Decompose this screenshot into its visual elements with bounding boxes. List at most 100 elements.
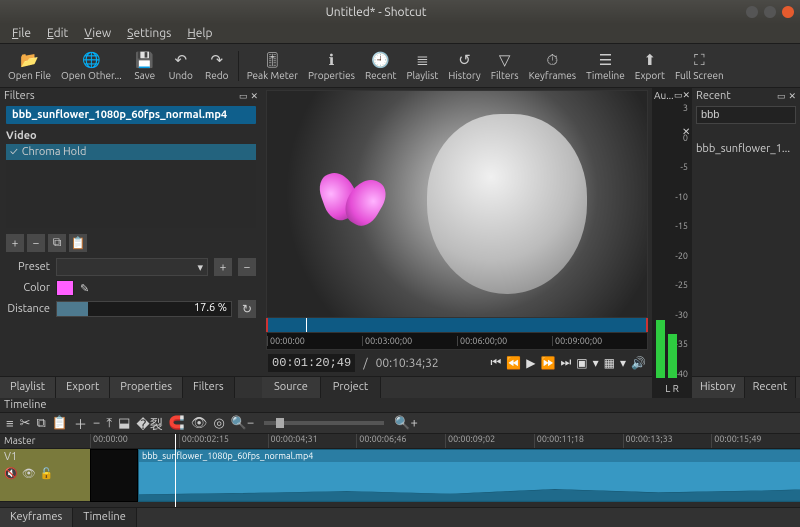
filter-item-chroma-hold[interactable]: ✓Chroma Hold: [6, 144, 256, 160]
export-button[interactable]: ⬆Export: [631, 46, 669, 86]
remove-icon[interactable]: −: [93, 416, 100, 430]
peak-meter-button[interactable]: 🎚Peak Meter: [243, 46, 302, 86]
master-track-header[interactable]: Master: [0, 434, 90, 449]
timeline-ruler[interactable]: 00:00:0000:00:02:1500:00:04;3100:00:06;4…: [90, 434, 800, 449]
panel-close-icon[interactable]: ▭✕: [674, 90, 690, 101]
redo-button[interactable]: ↷Redo: [200, 46, 234, 86]
undo-button[interactable]: ↶Undo: [164, 46, 198, 86]
open-file-button[interactable]: 📂Open File: [4, 46, 55, 86]
filter-list[interactable]: [6, 160, 256, 228]
filters-button[interactable]: ▽Filters: [487, 46, 523, 86]
overwrite-icon[interactable]: ⬓: [118, 416, 130, 431]
distance-slider[interactable]: 17.6 %: [56, 301, 232, 317]
recent-search-input[interactable]: [696, 106, 796, 124]
gap-clip[interactable]: [90, 449, 138, 502]
tab-playlist[interactable]: Playlist: [0, 377, 56, 398]
recent-list[interactable]: bbb_sunflower_1...: [692, 139, 800, 376]
distance-reset-button[interactable]: ↻: [238, 300, 256, 318]
menu-file[interactable]: File: [4, 25, 39, 42]
zoom-out-icon[interactable]: 🔍−: [231, 416, 255, 431]
tab-history[interactable]: History: [692, 377, 745, 398]
scrub-icon[interactable]: 👁: [191, 416, 208, 431]
bottom-dock-tabs: KeyframesTimeline: [0, 507, 800, 527]
zoom-in-icon[interactable]: 🔍+: [394, 416, 418, 431]
maximize-icon[interactable]: [764, 6, 776, 18]
menu-settings[interactable]: Settings: [119, 25, 179, 42]
color-swatch[interactable]: [56, 280, 74, 296]
fast-forward-icon[interactable]: ⏩: [541, 356, 556, 370]
timeline-icon: ☰: [599, 51, 612, 69]
chevron-down-icon[interactable]: ▾: [593, 356, 599, 370]
video-preview[interactable]: [266, 90, 648, 318]
tab-project[interactable]: Project: [321, 377, 381, 398]
preset-combo[interactable]: ▾: [56, 258, 208, 276]
playlist-button[interactable]: ≣Playlist: [402, 46, 442, 86]
panel-close-icon[interactable]: ✕: [788, 91, 796, 102]
menubar: FileEditViewSettingsHelp: [0, 24, 800, 44]
properties-button[interactable]: ℹProperties: [304, 46, 359, 86]
tab-filters[interactable]: Filters: [183, 377, 235, 398]
tab-recent[interactable]: Recent: [745, 377, 797, 398]
timeline-tracks[interactable]: 00:00:0000:00:02:1500:00:04;3100:00:06;4…: [90, 434, 800, 507]
volume-icon[interactable]: 🔊: [631, 356, 646, 370]
paste-filter-button[interactable]: 📋: [69, 234, 87, 252]
timecode-position[interactable]: 00:01:20;49: [268, 354, 355, 372]
split-icon[interactable]: �裂: [136, 414, 162, 433]
paste-icon[interactable]: 📋: [52, 416, 68, 431]
timeline-clip[interactable]: bbb_sunflower_1080p_60fps_normal.mp4: [138, 449, 800, 502]
clear-icon[interactable]: ✕: [682, 126, 690, 137]
recent-button[interactable]: 🕘Recent: [361, 46, 401, 86]
save-button[interactable]: 💾Save: [128, 46, 162, 86]
menu-help[interactable]: Help: [179, 25, 220, 42]
keyframes-button[interactable]: ⏱Keyframes: [525, 46, 581, 86]
history-button[interactable]: ↺History: [444, 46, 484, 86]
ripple-icon[interactable]: ◎: [213, 416, 224, 431]
skip-start-icon[interactable]: ⏮: [491, 356, 502, 370]
hide-icon[interactable]: 👁: [22, 467, 36, 480]
preset-add-button[interactable]: +: [214, 258, 232, 276]
minimize-icon[interactable]: [746, 6, 758, 18]
tab-keyframes[interactable]: Keyframes: [0, 508, 73, 527]
cut-icon[interactable]: ✂: [20, 416, 31, 431]
rewind-icon[interactable]: ⏪: [506, 356, 521, 370]
lock-icon[interactable]: 🔓: [40, 467, 54, 480]
menu-view[interactable]: View: [76, 25, 119, 42]
lift-icon[interactable]: ⤒: [106, 416, 112, 431]
eyedropper-icon[interactable]: ✎: [80, 282, 89, 295]
copy-icon[interactable]: ⧉: [37, 416, 46, 431]
tab-properties[interactable]: Properties: [110, 377, 183, 398]
timeline-button[interactable]: ☰Timeline: [582, 46, 629, 86]
panel-close-icon[interactable]: ✕: [250, 91, 258, 102]
remove-filter-button[interactable]: −: [27, 234, 45, 252]
play-icon[interactable]: ▶: [526, 356, 535, 370]
chevron-down-icon[interactable]: ▾: [620, 356, 626, 370]
skip-end-icon[interactable]: ⏭: [560, 356, 571, 370]
list-item[interactable]: bbb_sunflower_1...: [696, 141, 796, 157]
mute-icon[interactable]: 🔇: [4, 467, 18, 480]
bunny-shape: [427, 114, 587, 294]
preset-remove-button[interactable]: −: [238, 258, 256, 276]
undock-icon[interactable]: ▭: [777, 91, 786, 102]
close-icon[interactable]: [782, 6, 794, 18]
zoom-slider[interactable]: [264, 421, 384, 425]
grid-icon[interactable]: ▦: [604, 356, 615, 370]
preview-scrub-bar[interactable]: [266, 318, 648, 332]
preview-time-ruler[interactable]: 00:00:0000:03:00;0000:06:00;0000:09:00;0…: [266, 332, 648, 350]
undock-icon[interactable]: ▭: [239, 91, 248, 102]
menu-edit[interactable]: Edit: [39, 25, 76, 42]
timeline-playhead[interactable]: [175, 434, 176, 507]
add-filter-button[interactable]: +: [6, 234, 24, 252]
append-icon[interactable]: ＋: [74, 414, 87, 433]
full-screen-button[interactable]: ⛶Full Screen: [671, 46, 728, 86]
open-other--button[interactable]: 🌐Open Other...: [57, 46, 126, 86]
tab-source[interactable]: Source: [262, 377, 321, 398]
copy-filter-button[interactable]: ⧉: [48, 234, 66, 252]
tab-timeline[interactable]: Timeline: [73, 508, 137, 527]
tab-export[interactable]: Export: [56, 377, 110, 398]
menu-icon[interactable]: ≡: [6, 416, 14, 431]
preview-playhead[interactable]: [306, 318, 307, 332]
track-header-v1[interactable]: V1 🔇 👁 🔓: [0, 449, 90, 502]
folder-open-icon: 📂: [20, 51, 39, 69]
zoom-fit-icon[interactable]: ▣: [576, 356, 587, 370]
snap-icon[interactable]: 🧲: [169, 416, 185, 431]
